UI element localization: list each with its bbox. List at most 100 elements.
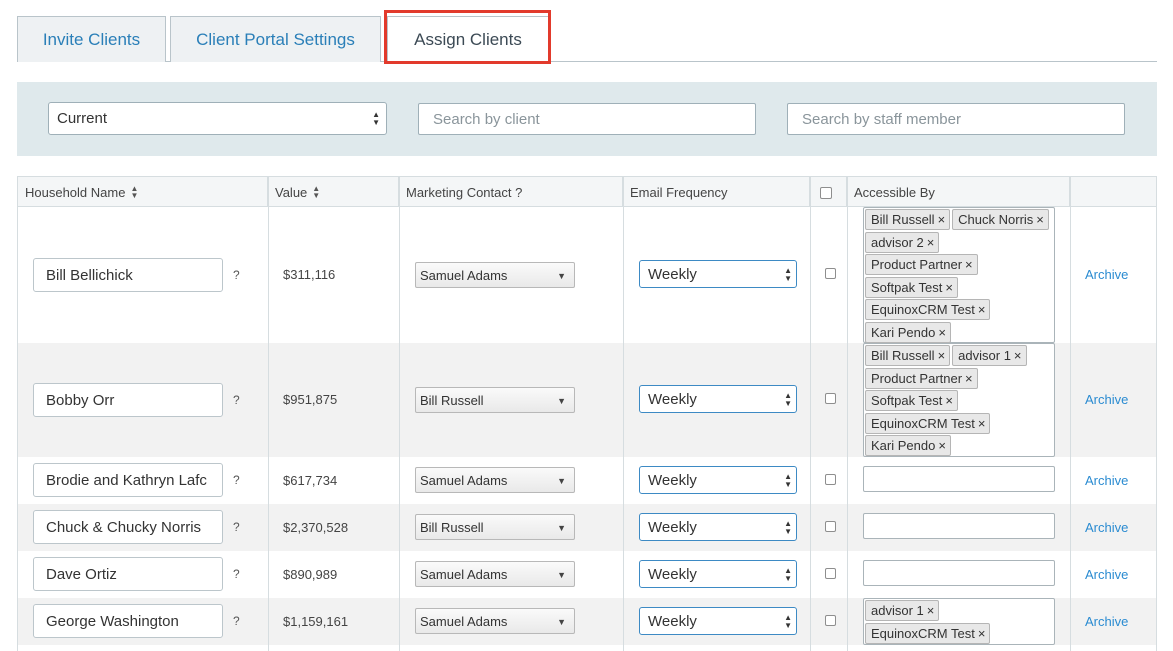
- table-row: ? $311,116 Samuel Adams ▼ Weekly ▲▼ Bill R…: [18, 207, 1156, 343]
- staff-tag: advisor 2 ×: [865, 231, 940, 253]
- table-row: ? $2,370,528 Bill Russell ▼ Weekly ▲▼ Arch…: [18, 504, 1156, 551]
- email-frequency-select[interactable]: Weekly ▲ ▼: [639, 260, 797, 288]
- email-frequency-value: Weekly: [648, 612, 697, 630]
- column-divider: [623, 177, 624, 651]
- household-name-input[interactable]: [33, 383, 223, 417]
- row-checkbox[interactable]: [825, 568, 836, 579]
- tab-assign-clients[interactable]: Assign Clients: [387, 16, 549, 63]
- header-household-name[interactable]: Household Name ▲ ▼: [18, 177, 268, 207]
- chevron-down-icon: ▼: [557, 523, 566, 533]
- household-name-input[interactable]: [33, 604, 223, 638]
- updown-arrows-icon: ▲ ▼: [784, 613, 792, 630]
- household-value: $1,159,161: [283, 614, 349, 629]
- household-name-input[interactable]: [33, 463, 223, 497]
- accessible-by-tags[interactable]: [863, 513, 1055, 539]
- row-checkbox[interactable]: [825, 615, 836, 626]
- marketing-contact-select[interactable]: Bill Russell ▼: [415, 514, 575, 540]
- header-value[interactable]: Value ▲ ▼: [268, 177, 399, 207]
- archive-link[interactable]: Archive: [1085, 614, 1128, 629]
- email-frequency-value: Weekly: [648, 390, 697, 408]
- remove-tag-icon[interactable]: ×: [978, 416, 986, 431]
- email-frequency-select[interactable]: Weekly ▲ ▼: [639, 560, 797, 588]
- accessible-by-tags[interactable]: [863, 560, 1055, 586]
- staff-search-input[interactable]: [787, 103, 1125, 135]
- help-icon[interactable]: ?: [233, 393, 240, 407]
- header-accessible-by: Accessible By: [847, 177, 1070, 207]
- row-checkbox[interactable]: [825, 474, 836, 485]
- tab-invite-clients[interactable]: Invite Clients: [17, 16, 166, 62]
- row-checkbox[interactable]: [825, 268, 836, 279]
- household-value: $311,116: [283, 267, 336, 282]
- help-icon[interactable]: ?: [233, 614, 240, 628]
- household-value: $617,734: [283, 473, 338, 488]
- remove-tag-icon[interactable]: ×: [1036, 212, 1044, 227]
- marketing-contact-value: Samuel Adams: [420, 267, 508, 283]
- remove-tag-icon[interactable]: ×: [927, 603, 935, 618]
- archive-link[interactable]: Archive: [1085, 473, 1128, 488]
- marketing-contact-select[interactable]: Samuel Adams ▼: [415, 561, 575, 587]
- email-frequency-select[interactable]: Weekly ▲ ▼: [639, 607, 797, 635]
- marketing-contact-select[interactable]: Samuel Adams ▼: [415, 467, 575, 493]
- staff-tag-label: Bill Russell: [871, 212, 935, 227]
- remove-tag-icon[interactable]: ×: [965, 371, 973, 386]
- remove-tag-icon[interactable]: ×: [938, 438, 946, 453]
- email-frequency-value: Weekly: [648, 518, 697, 536]
- archive-link[interactable]: Archive: [1085, 567, 1128, 582]
- accessible-by-tags[interactable]: advisor 1 × EquinoxCRM Test ×: [863, 598, 1055, 645]
- remove-tag-icon[interactable]: ×: [938, 325, 946, 340]
- status-select[interactable]: Current ▲ ▼: [48, 102, 387, 135]
- remove-tag-icon[interactable]: ×: [927, 235, 935, 250]
- row-checkbox[interactable]: [825, 393, 836, 404]
- remove-tag-icon[interactable]: ×: [978, 626, 986, 641]
- remove-tag-icon[interactable]: ×: [938, 348, 946, 363]
- marketing-contact-select[interactable]: Samuel Adams ▼: [415, 262, 575, 288]
- household-name-input[interactable]: [33, 510, 223, 544]
- staff-tag-label: Product Partner: [871, 370, 963, 386]
- help-icon[interactable]: ?: [233, 268, 240, 282]
- sort-icon: ▲ ▼: [312, 184, 321, 200]
- remove-tag-icon[interactable]: ×: [1014, 348, 1022, 363]
- accessible-by-tags[interactable]: [863, 466, 1055, 492]
- staff-tag: Kari Pendo ×: [865, 435, 951, 456]
- status-select-value: Current: [57, 110, 108, 127]
- staff-tag: EquinoxCRM Test ×: [865, 622, 991, 644]
- staff-tag: Product Partner ×: [865, 254, 978, 275]
- email-frequency-select[interactable]: Weekly ▲ ▼: [639, 466, 797, 494]
- email-frequency-value: Weekly: [648, 471, 697, 489]
- select-all-checkbox[interactable]: [820, 187, 832, 199]
- archive-link[interactable]: Archive: [1085, 267, 1128, 282]
- staff-tag-label: Product Partner: [871, 257, 963, 272]
- remove-tag-icon[interactable]: ×: [945, 280, 953, 295]
- staff-tag: Softpak Test ×: [865, 390, 958, 411]
- archive-link[interactable]: Archive: [1085, 520, 1128, 535]
- remove-tag-icon[interactable]: ×: [965, 257, 973, 272]
- chevron-down-icon: ▼: [557, 396, 566, 406]
- header-email-frequency: Email Frequency: [623, 177, 810, 207]
- household-name-input[interactable]: [33, 557, 223, 591]
- email-frequency-select[interactable]: Weekly ▲ ▼: [639, 385, 797, 413]
- help-icon[interactable]: ?: [233, 473, 240, 487]
- staff-tag: Product Partner ×: [865, 367, 978, 389]
- help-icon[interactable]: ?: [233, 520, 240, 534]
- table-row: ? $1,159,161 Samuel Adams ▼ Weekly ▲▼ advi…: [18, 598, 1156, 645]
- remove-tag-icon[interactable]: ×: [945, 393, 953, 408]
- client-search-input[interactable]: [418, 103, 756, 135]
- remove-tag-icon[interactable]: ×: [938, 212, 946, 227]
- marketing-contact-select[interactable]: Bill Russell ▼: [415, 387, 575, 413]
- tab-client-portal-settings[interactable]: Client Portal Settings: [170, 16, 381, 62]
- email-frequency-select[interactable]: Weekly ▲ ▼: [639, 513, 797, 541]
- help-icon[interactable]: ?: [233, 567, 240, 581]
- updown-arrows-icon: ▲ ▼: [372, 110, 380, 127]
- email-frequency-value: Weekly: [648, 265, 697, 283]
- remove-tag-icon[interactable]: ×: [978, 302, 986, 317]
- row-checkbox[interactable]: [825, 521, 836, 532]
- archive-link[interactable]: Archive: [1085, 392, 1128, 407]
- column-divider: [268, 177, 269, 651]
- updown-arrows-icon: ▲ ▼: [784, 266, 792, 283]
- accessible-by-tags[interactable]: Bill Russell × advisor 1 × Product Partner…: [863, 343, 1055, 457]
- clients-table: Household Name ▲ ▼ Value ▲ ▼ Marketing Con…: [17, 176, 1157, 651]
- marketing-contact-select[interactable]: Samuel Adams ▼: [415, 608, 575, 634]
- email-frequency-value: Weekly: [648, 565, 697, 583]
- household-name-input[interactable]: [33, 258, 223, 292]
- accessible-by-tags[interactable]: Bill Russell × Chuck Norris × advisor 2 × P…: [863, 207, 1055, 343]
